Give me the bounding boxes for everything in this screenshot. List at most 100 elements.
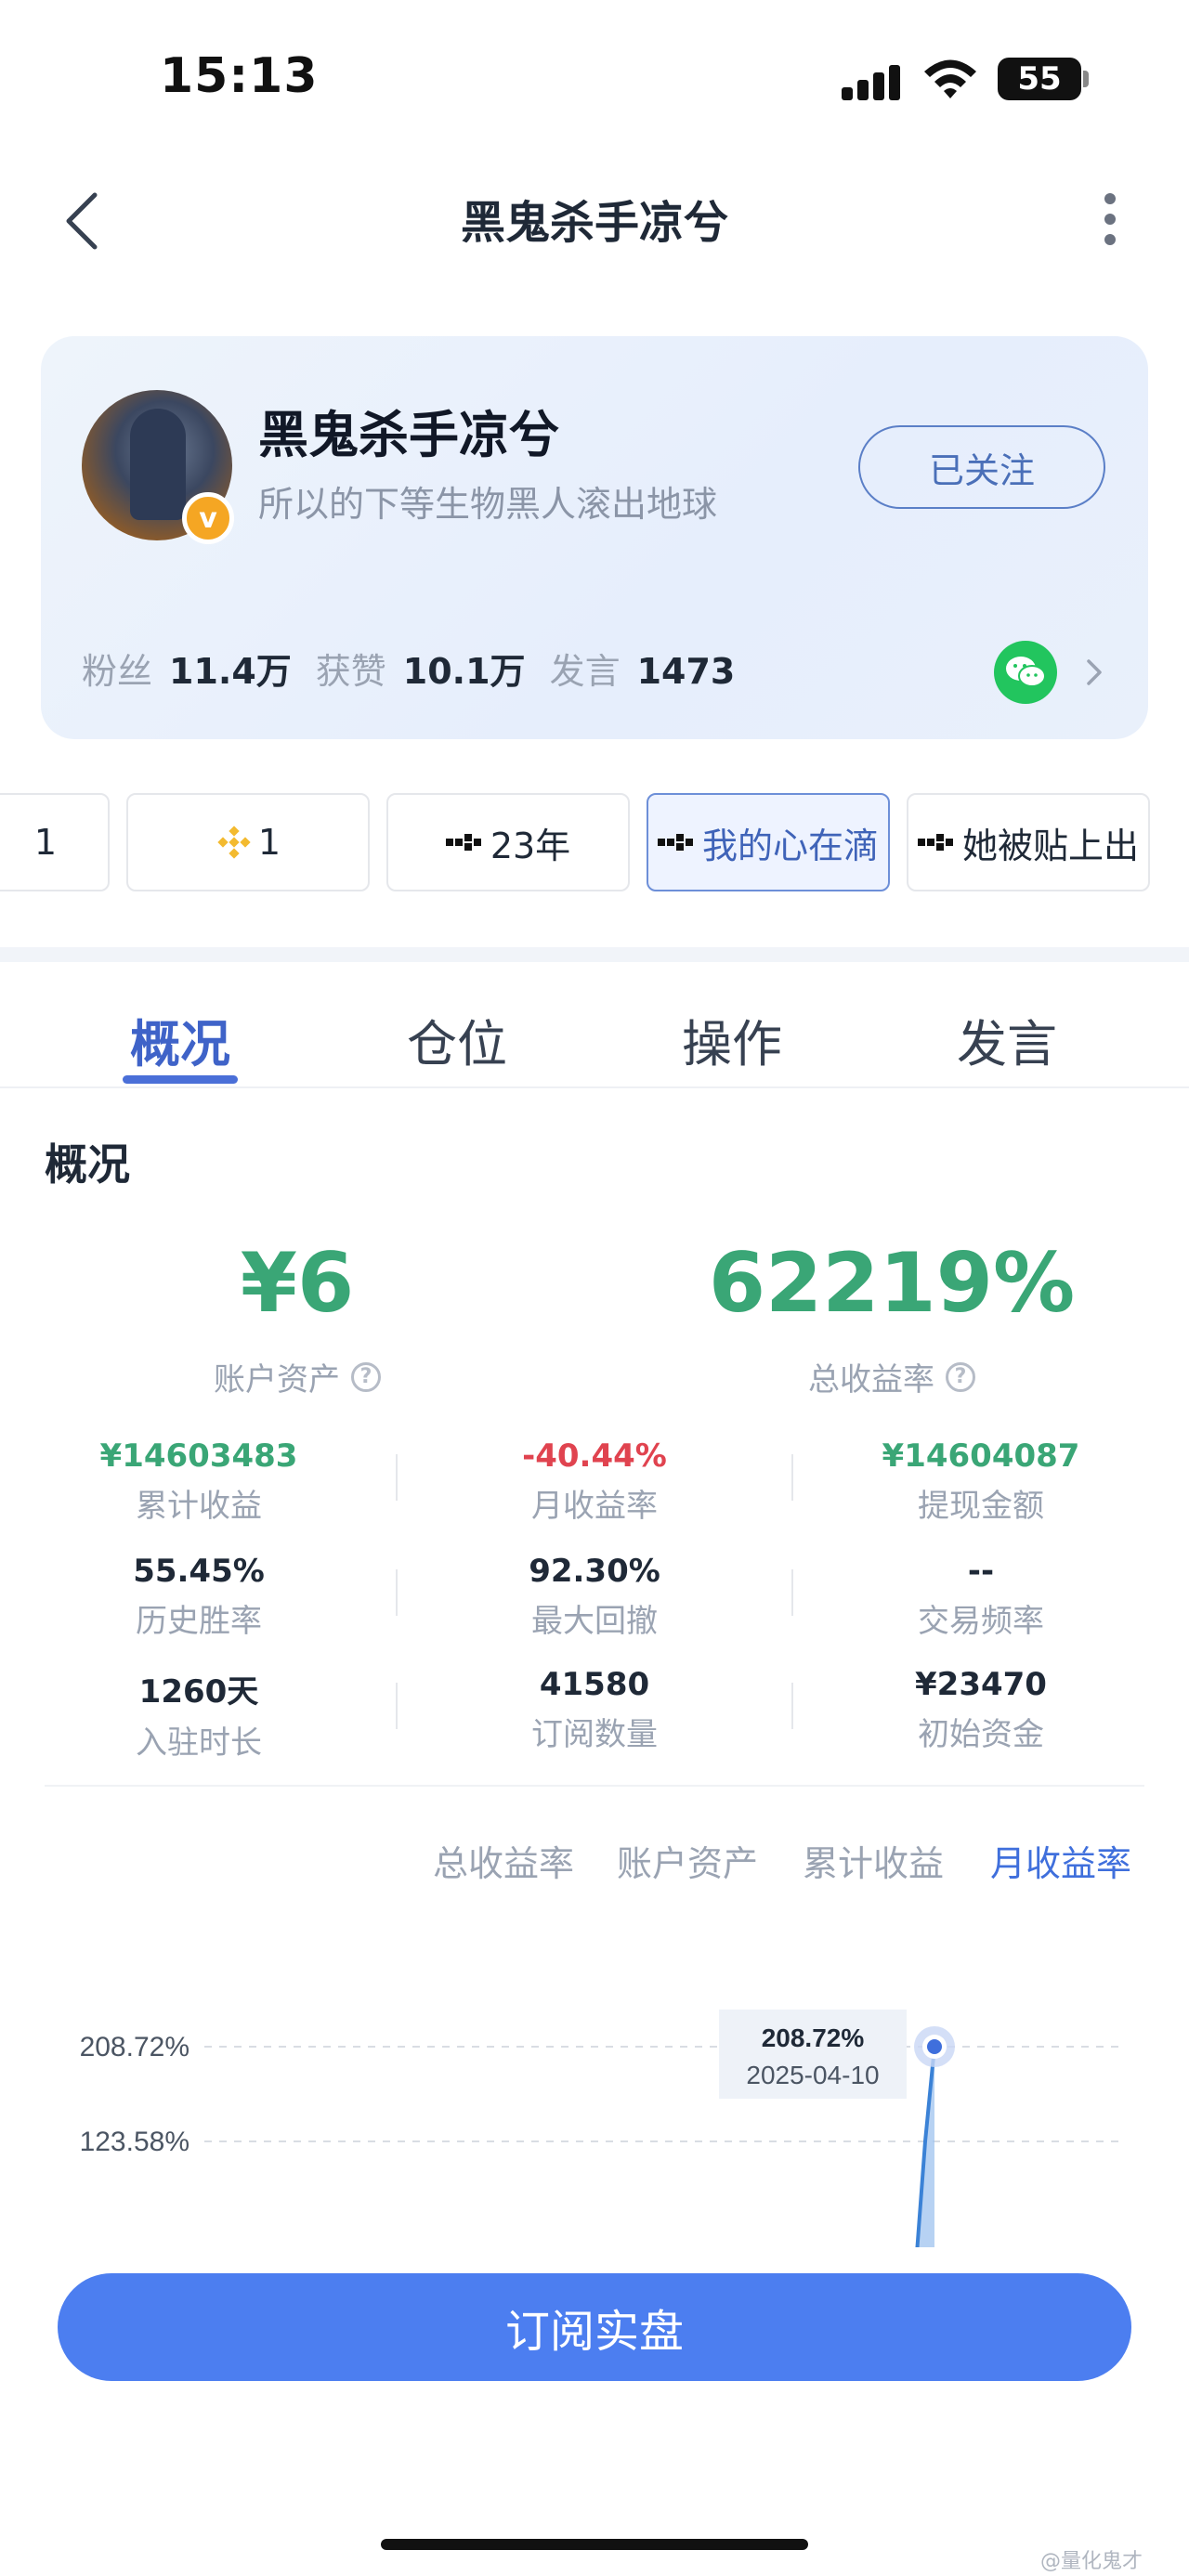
metric: ¥14604087 提现金额: [842, 1438, 1120, 1526]
wifi-icon: [924, 59, 976, 98]
tab-posts[interactable]: 发言: [957, 1003, 1057, 1076]
metric-value: ¥23470: [915, 1666, 1047, 1703]
metric-value: 1260天: [138, 1673, 259, 1711]
metric-label: 月收益率: [531, 1488, 658, 1525]
follow-button[interactable]: 已关注: [858, 425, 1105, 509]
section-divider: [0, 947, 1189, 962]
likes-value: 10.1万: [402, 651, 526, 692]
posts-label: 发言: [549, 651, 621, 692]
okx-icon: [917, 834, 955, 851]
metric: 1260天入驻时长: [59, 1666, 338, 1763]
total-return-label: 总收益率: [808, 1361, 934, 1399]
account-assets-value: ¥6: [240, 1235, 355, 1331]
main-tabs: 概况 仓位 操作 发言: [0, 962, 1189, 1088]
wechat-icon[interactable]: [994, 641, 1057, 704]
metric-label: 订阅数量: [531, 1716, 658, 1753]
metric-value: 55.45%: [133, 1553, 265, 1590]
metric-value: 41580: [539, 1666, 650, 1703]
account-chip-label: 23年: [490, 825, 571, 866]
verified-badge-icon: v: [182, 492, 234, 544]
divider: [791, 1683, 793, 1729]
account-chip-label: 我的心在滴: [701, 825, 879, 866]
metric-label: 提现金额: [918, 1488, 1044, 1525]
likes-label: 获赞: [315, 651, 386, 692]
metric-value: --: [967, 1553, 995, 1590]
total-return-label-row: 总收益率 ?: [706, 1354, 1078, 1399]
help-icon[interactable]: ?: [946, 1361, 975, 1392]
metric-label: 累计收益: [136, 1488, 262, 1525]
divider: [791, 1454, 793, 1501]
profile-stats: 粉丝 11.4万 获赞 10.1万 发言 1473: [82, 643, 759, 694]
metric: -- 交易频率: [842, 1553, 1120, 1641]
account-chip[interactable]: 23年: [386, 793, 630, 891]
chart-tab-monthly-return[interactable]: 月收益率: [990, 1835, 1131, 1886]
chart-tab-cumulative-profit[interactable]: 累计收益: [803, 1835, 944, 1886]
y-tick-label: 208.72%: [80, 2032, 189, 2062]
metric: 55.45% 历史胜率: [59, 1553, 338, 1641]
okx-icon: [657, 834, 695, 851]
cellular-signal-icon: [842, 63, 903, 100]
chart-tab-account-assets[interactable]: 账户资产: [617, 1835, 758, 1886]
account-assets-label: 账户资产: [214, 1361, 340, 1399]
chevron-right-icon[interactable]: [1083, 656, 1105, 689]
account-chip[interactable]: 她被贴上出: [907, 793, 1150, 891]
metric-value: 92.30%: [529, 1553, 660, 1590]
metric-label: 最大回撤: [531, 1603, 658, 1640]
account-chip-active[interactable]: 我的心在滴: [647, 793, 890, 891]
battery-tip: [1083, 71, 1089, 87]
account-chip-label: 1: [257, 822, 281, 863]
metric-label: 入驻时长: [136, 1724, 262, 1762]
okx-icon: [445, 834, 483, 851]
metric-label: 交易频率: [918, 1603, 1044, 1640]
tab-operations[interactable]: 操作: [682, 1003, 782, 1076]
metric: 92.30% 最大回撤: [455, 1553, 734, 1641]
metric: ¥23470 初始资金: [842, 1666, 1120, 1754]
divider: [396, 1569, 398, 1616]
account-assets-label-row: 账户资产 ?: [149, 1354, 446, 1399]
status-bar: 15:13 55: [0, 0, 1189, 158]
account-chip[interactable]: 1: [126, 793, 370, 891]
tab-positions[interactable]: 仓位: [407, 1003, 507, 1076]
more-vertical-icon[interactable]: [1096, 184, 1124, 258]
account-chip-label: 1: [33, 822, 58, 863]
tab-overview[interactable]: 概况: [130, 1003, 230, 1076]
fans-value: 11.4万: [169, 651, 292, 692]
user-bio: 所以的下等生物黑人滚出地球: [258, 484, 718, 525]
metric: 41580 订阅数量: [455, 1666, 734, 1754]
divider: [396, 1683, 398, 1729]
posts-value: 1473: [636, 651, 736, 692]
metric-value: ¥14603483: [99, 1438, 298, 1475]
home-indicator: [381, 2539, 808, 2550]
return-chart[interactable]: 208.72% 123.58% 208.72% 2025-04-10: [0, 1932, 1189, 2247]
total-return-value: 62219%: [708, 1235, 1076, 1331]
account-chip-label: 她被贴上出: [961, 825, 1139, 866]
help-icon[interactable]: ?: [351, 1361, 381, 1392]
divider: [791, 1569, 793, 1616]
nav-bar: 黑鬼杀手凉兮: [0, 158, 1189, 279]
metric-value: ¥14604087: [882, 1438, 1080, 1475]
tooltip-value: 208.72%: [762, 2023, 865, 2052]
watermark: @量化鬼才: [1040, 2550, 1143, 2573]
fans-label: 粉丝: [82, 651, 153, 692]
account-chip[interactable]: 1: [0, 793, 110, 891]
metric: ¥14603483 累计收益: [59, 1438, 338, 1526]
metric-label: 初始资金: [918, 1716, 1044, 1753]
tab-active-indicator: [123, 1075, 238, 1084]
chart-tab-total-return[interactable]: 总收益率: [433, 1835, 574, 1886]
metric-label: 历史胜率: [136, 1603, 262, 1640]
profile-card: v 黑鬼杀手凉兮 所以的下等生物黑人滚出地球 已关注 粉丝 11.4万 获赞 1…: [41, 336, 1148, 739]
y-tick-label: 123.58%: [80, 2127, 189, 2157]
page-title: 黑鬼杀手凉兮: [460, 197, 728, 249]
divider: [45, 1785, 1144, 1787]
section-heading: 概况: [45, 1139, 130, 1190]
battery-icon: 55: [998, 58, 1081, 100]
metric: -40.44% 月收益率: [455, 1438, 734, 1526]
tooltip-date: 2025-04-10: [746, 2061, 879, 2089]
chart-marker-dot: [927, 2039, 942, 2054]
status-time: 15:13: [160, 48, 319, 104]
user-name: 黑鬼杀手凉兮: [258, 406, 559, 464]
binance-icon: [217, 826, 251, 859]
divider: [396, 1454, 398, 1501]
subscribe-button[interactable]: 订阅实盘: [58, 2273, 1131, 2381]
account-chips: 1 1 23年 我的心在滴 她被贴上出: [0, 793, 1189, 893]
